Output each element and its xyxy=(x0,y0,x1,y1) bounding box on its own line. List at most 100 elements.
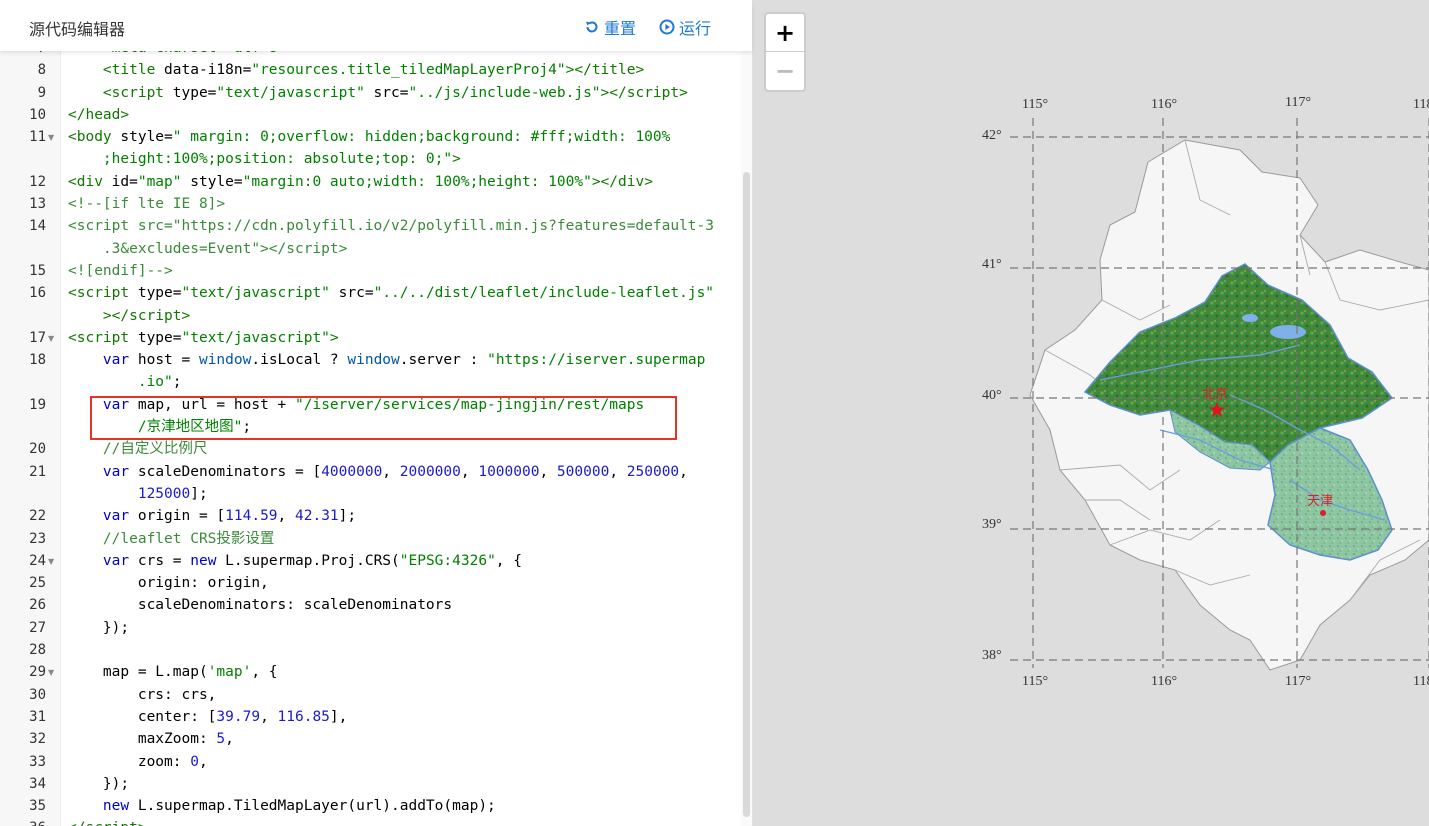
code-line[interactable]: 18 var host = window.isLocal ? window.se… xyxy=(0,349,742,371)
line-number: 8 xyxy=(37,62,46,79)
code-line[interactable]: 35 new L.supermap.TiledMapLayer(url).add… xyxy=(0,795,742,817)
code-line[interactable]: 24 ▼ var crs = new L.supermap.Proj.CRS("E… xyxy=(0,550,742,572)
code-text: crs: crs, xyxy=(68,686,217,703)
play-circle-icon xyxy=(659,19,675,35)
line-number: 33 xyxy=(29,753,46,770)
code-line[interactable]: 31 center: [39.79, 116.85], xyxy=(0,706,742,728)
code-text: maxZoom: 5, xyxy=(68,731,234,748)
lon-label-bottom: 116° xyxy=(1151,674,1177,689)
line-number: 25 xyxy=(29,575,46,592)
code-line[interactable]: 27 }); xyxy=(0,617,742,639)
line-number: 36 xyxy=(0,817,46,826)
code-text: 125000]; xyxy=(137,485,208,502)
code-line[interactable]: 26 scaleDenominators: scaleDenominators xyxy=(0,594,742,616)
code-text: var origin = [114.59, 42.31]; xyxy=(102,508,357,525)
code-line[interactable]: .io"; xyxy=(0,371,742,393)
code-text: <div id="map" style="margin:0 auto;width… xyxy=(68,173,653,190)
code-line[interactable]: 30 crs: crs, xyxy=(0,684,742,706)
fold-arrow-icon[interactable]: ▼ xyxy=(48,133,54,142)
line-number: 22 xyxy=(29,508,46,525)
code-line[interactable]: .3&excludes=Event"></script> xyxy=(0,238,742,260)
line-number: 29 xyxy=(29,664,46,681)
fold-arrow-icon[interactable]: ▼ xyxy=(48,334,54,343)
line-number: 7 xyxy=(0,51,46,59)
editor-scrollbar-thumb[interactable] xyxy=(743,172,750,817)
lat-label: 39° xyxy=(982,517,1002,532)
code-line[interactable]: 36 </script> xyxy=(0,817,742,826)
code-text: zoom: 0, xyxy=(68,753,208,770)
code-line[interactable]: 10 </head> xyxy=(0,104,742,126)
line-number: 34 xyxy=(29,775,46,792)
code-line[interactable]: 33 zoom: 0, xyxy=(0,751,742,773)
code-text: var scaleDenominators = [4000000, 200000… xyxy=(102,463,688,480)
code-line[interactable]: ;height:100%;position: absolute;top: 0;"… xyxy=(0,148,742,170)
lon-label-top: 118° xyxy=(1413,97,1429,112)
code-line[interactable]: 22 var origin = [114.59, 42.31]; xyxy=(0,505,742,527)
line-number: 30 xyxy=(29,686,46,703)
code-text: origin: origin, xyxy=(68,575,269,592)
line-number: 13 xyxy=(29,196,46,213)
latitude-labels: 42° 41° 40° 39° 38° xyxy=(982,128,1002,663)
code-line[interactable]: 29 ▼ map = L.map('map', { xyxy=(0,661,742,683)
code-text: ></script> xyxy=(102,307,191,324)
line-number: 10 xyxy=(29,106,46,123)
lat-label: 38° xyxy=(982,648,1002,663)
code-line[interactable]: 34 }); xyxy=(0,773,742,795)
code-line[interactable]: 12 <div id="map" style="margin:0 auto;wid… xyxy=(0,171,742,193)
reset-button[interactable]: 重置 xyxy=(584,15,636,39)
lon-label-bottom: 118° xyxy=(1413,674,1429,689)
lon-label-bottom: 115° xyxy=(1022,674,1048,689)
reservoir xyxy=(1270,325,1306,339)
code-text: }); xyxy=(68,619,130,636)
code-line[interactable]: 11 ▼ <body style=" margin: 0;overflow: hid… xyxy=(0,126,742,148)
code-editor-panel: 源代码编辑器 重置 运行 7 <meta charset="utf-8">8 <… xyxy=(0,0,752,826)
code-text: .io"; xyxy=(137,374,182,391)
code-line[interactable]: 8 <title data-i18n="resources.title_tile… xyxy=(0,59,742,81)
editor-title: 源代码编辑器 xyxy=(29,20,126,39)
line-number: 26 xyxy=(29,597,46,614)
reset-label: 重置 xyxy=(604,19,637,38)
code-line[interactable]: 32 maxZoom: 5, xyxy=(0,728,742,750)
line-number: 23 xyxy=(29,530,46,547)
code-line[interactable]: 25 origin: origin, xyxy=(0,572,742,594)
fold-arrow-icon[interactable]: ▼ xyxy=(48,668,54,677)
line-number: 21 xyxy=(29,463,46,480)
code-text: var host = window.isLocal ? window.serve… xyxy=(102,352,706,369)
run-label: 运行 xyxy=(679,19,712,38)
code-line[interactable]: 23 //leaflet CRS投影设置 xyxy=(0,528,742,550)
run-button[interactable]: 运行 xyxy=(659,15,711,39)
code-line[interactable]: 17 ▼ <script type="text/javascript"> xyxy=(0,327,742,349)
code-line[interactable]: 20 //自定义比例尺 xyxy=(0,438,742,460)
code-line[interactable]: 13 <!--[if lte IE 8]> xyxy=(0,193,742,215)
reservoir-small xyxy=(1242,314,1258,322)
code-line[interactable]: 21 var scaleDenominators = [4000000, 200… xyxy=(0,461,742,483)
code-text: scaleDenominators: scaleDenominators xyxy=(68,597,453,614)
code-text: //leaflet CRS投影设置 xyxy=(102,530,275,547)
lon-label-top: 115° xyxy=(1022,97,1048,112)
line-number: 31 xyxy=(29,708,46,725)
map-panel[interactable]: 115° 116° 117° 118° 115° 116° 117° 118° … xyxy=(753,0,1429,826)
line-number: 17 xyxy=(29,329,46,346)
line-number: 32 xyxy=(29,731,46,748)
zoom-in-button[interactable]: + xyxy=(766,14,804,52)
code-text: new L.supermap.TiledMapLayer(url).addTo(… xyxy=(102,798,496,815)
code-line[interactable]: 16 <script type="text/javascript" src="..… xyxy=(0,282,742,304)
editor-header: 源代码编辑器 重置 运行 xyxy=(0,0,752,51)
code-line[interactable]: 125000]; xyxy=(0,483,742,505)
code-text: ;height:100%;position: absolute;top: 0;"… xyxy=(102,151,461,168)
fold-arrow-icon[interactable]: ▼ xyxy=(48,557,54,566)
zoom-control: + − xyxy=(764,12,806,92)
code-line[interactable]: 9 <script type="text/javascript" src="..… xyxy=(0,82,742,104)
code-line[interactable]: 7 <meta charset="utf-8"> xyxy=(0,51,742,59)
code-line[interactable]: ></script> xyxy=(0,305,742,327)
zoom-out-button[interactable]: − xyxy=(766,52,804,90)
code-line[interactable]: 15 <![endif]--> xyxy=(0,260,742,282)
code-text: <script type="text/javascript" src="../.… xyxy=(68,285,715,302)
line-number: 35 xyxy=(29,798,46,815)
code-line[interactable]: 28 xyxy=(0,639,742,661)
line-number: 16 xyxy=(29,285,46,302)
jingjin-map[interactable]: 115° 116° 117° 118° 115° 116° 117° 118° … xyxy=(753,0,1429,826)
line-number: 28 xyxy=(29,642,46,659)
code-line[interactable]: 14 <script src="https://cdn.polyfill.io/v… xyxy=(0,215,742,237)
code-text: <meta charset="utf-8"> xyxy=(68,51,295,59)
